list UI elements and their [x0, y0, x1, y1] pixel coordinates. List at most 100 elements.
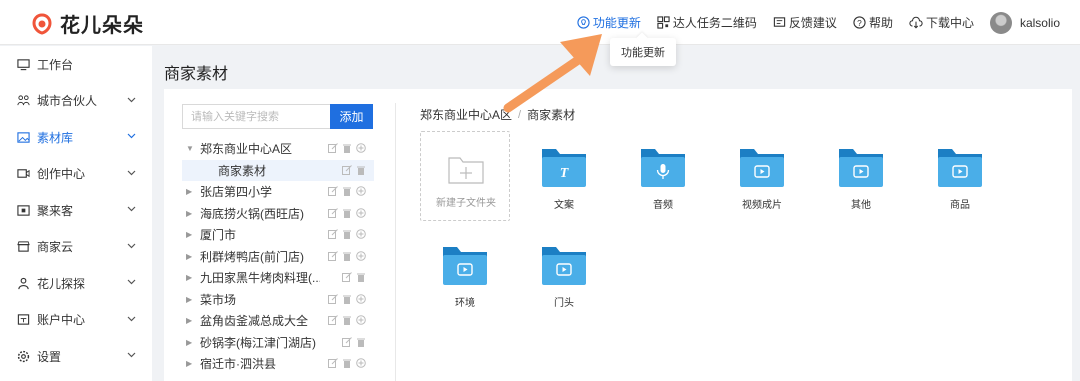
delete-icon[interactable] — [342, 208, 352, 218]
delete-icon[interactable] — [356, 165, 366, 175]
sidebar-item-label: 花儿探探 — [37, 276, 86, 291]
video-icon — [16, 167, 30, 181]
caret-right-icon[interactable]: ▶ — [186, 252, 200, 261]
caret-right-icon[interactable]: ▶ — [186, 209, 200, 218]
delete-icon[interactable] — [342, 315, 352, 325]
tree-node-actions — [328, 250, 366, 261]
caret-right-icon[interactable]: ▶ — [186, 359, 200, 368]
nav-feature-updates[interactable]: 功能更新 — [577, 14, 641, 31]
add-circle-icon[interactable] — [356, 143, 366, 153]
caret-right-icon[interactable]: ▶ — [186, 273, 200, 282]
delete-icon[interactable] — [342, 251, 352, 261]
bulb-icon — [577, 16, 590, 29]
nav-label: 功能更新 — [592, 16, 641, 30]
tree-node[interactable]: ▶ 海底捞火锅(西旺店) — [182, 203, 374, 225]
feature-update-tooltip: 功能更新 — [610, 38, 676, 66]
folder-item[interactable]: T 文案 — [534, 149, 594, 211]
tree-node[interactable]: ▶ 菜市场 — [182, 289, 374, 311]
sidebar-item-label: 账户中心 — [37, 313, 86, 328]
app-logo[interactable]: 花儿朵朵 — [30, 9, 144, 38]
caret-right-icon[interactable]: ▶ — [186, 295, 200, 304]
new-subfolder-button[interactable]: 新建子文件夹 — [420, 131, 510, 221]
sidebar-item-material-library[interactable]: 素材库 — [0, 119, 152, 156]
nav-help[interactable]: ? 帮助 — [853, 14, 893, 31]
delete-icon[interactable] — [342, 358, 352, 368]
edit-icon[interactable] — [328, 293, 338, 304]
username[interactable]: kalsolio — [1020, 16, 1060, 30]
nav-qrcode[interactable]: 达人任务二维码 — [657, 14, 757, 31]
folder-item[interactable]: 音频 — [633, 149, 693, 211]
partner-icon — [16, 94, 30, 108]
tree-node-actions — [328, 229, 366, 239]
folder-item[interactable]: 其他 — [831, 149, 891, 211]
folder-item[interactable]: 商品 — [930, 149, 990, 211]
tree-node[interactable]: ▶ 张店第四小学 — [182, 181, 374, 203]
tree-node[interactable]: ▶ 九田家黑牛烤肉料理(... — [182, 267, 374, 289]
breadcrumb-item[interactable]: 郑东商业中心A区 — [420, 106, 512, 123]
add-circle-icon[interactable] — [356, 293, 366, 304]
add-circle-icon[interactable] — [356, 315, 366, 325]
add-button[interactable]: 添加 — [330, 104, 373, 129]
edit-icon[interactable] — [342, 164, 352, 175]
sidebar-item-label: 素材库 — [37, 130, 74, 145]
tree-node[interactable]: ▶ 砂锅李(梅江津门湖店) — [182, 332, 374, 354]
edit-icon[interactable] — [342, 336, 352, 347]
sidebar-item-julaike[interactable]: 聚来客 — [0, 192, 152, 229]
folder-item[interactable]: 门头 — [534, 247, 594, 309]
flower-logo-icon — [32, 12, 52, 35]
edit-icon[interactable] — [328, 143, 338, 153]
tree-node[interactable]: ▶ 利群烤鸭店(前门店) — [182, 246, 374, 268]
delete-icon[interactable] — [356, 337, 366, 347]
add-circle-icon[interactable] — [356, 229, 366, 239]
caret-right-icon[interactable]: ▶ — [186, 187, 200, 196]
edit-icon[interactable] — [328, 358, 338, 368]
edit-icon[interactable] — [328, 186, 338, 196]
tree-node[interactable]: ▶ 宿迁市·泗洪县 — [182, 353, 374, 375]
tree-node[interactable]: ▼ 郑东商业中心A区 — [182, 138, 374, 160]
delete-icon[interactable] — [342, 186, 352, 196]
add-circle-icon[interactable] — [356, 207, 366, 218]
folder-item[interactable]: 环境 — [435, 247, 495, 309]
folder-label: 其他 — [851, 200, 871, 211]
sidebar-item-creation-center[interactable]: 创作中心 — [0, 156, 152, 193]
delete-icon[interactable] — [342, 229, 352, 239]
caret-right-icon[interactable]: ▶ — [186, 230, 200, 239]
sidebar-item-label: 工作台 — [37, 57, 74, 72]
sidebar-item-label: 设置 — [37, 349, 62, 364]
edit-icon[interactable] — [342, 272, 352, 282]
edit-icon[interactable] — [328, 229, 338, 239]
text-icon: T — [542, 149, 586, 187]
tree-node[interactable]: 商家素材 — [182, 159, 374, 181]
add-circle-icon[interactable] — [356, 358, 366, 368]
folder-item[interactable]: 视频成片 — [732, 149, 792, 211]
caret-down-icon[interactable]: ▼ — [186, 144, 200, 153]
sidebar-item-account-center[interactable]: 账户中心 — [0, 302, 152, 339]
sidebar-item-huaer-tantan[interactable]: 花儿探探 — [0, 265, 152, 302]
search-input[interactable] — [182, 104, 330, 129]
edit-icon[interactable] — [328, 250, 338, 261]
tree-node-label: 郑东商业中心A区 — [200, 142, 293, 157]
delete-icon[interactable] — [342, 143, 352, 153]
sidebar-item-workbench[interactable]: 工作台 — [0, 46, 152, 83]
caret-right-icon[interactable]: ▶ — [186, 338, 200, 347]
tree-node[interactable]: ▶ 厦门市 — [182, 224, 374, 246]
tree-node[interactable]: ▶ 盆角齿釜减总成大全 — [182, 310, 374, 332]
user-avatar[interactable] — [989, 11, 1012, 34]
delete-icon[interactable] — [342, 294, 352, 304]
nav-download-center[interactable]: 下载中心 — [909, 14, 974, 31]
tree-node-label: 菜市场 — [200, 292, 237, 307]
delete-icon[interactable] — [356, 272, 366, 282]
svg-text:T: T — [560, 166, 570, 181]
add-circle-icon[interactable] — [356, 250, 366, 261]
sidebar-item-settings[interactable]: 设置 — [0, 338, 152, 375]
nav-feedback[interactable]: 反馈建议 — [773, 14, 837, 31]
edit-icon[interactable] — [328, 207, 338, 218]
tree-node-actions — [328, 143, 366, 153]
sidebar-item-merchant-cloud[interactable]: 商家云 — [0, 229, 152, 266]
add-circle-icon[interactable] — [356, 186, 366, 196]
caret-right-icon[interactable]: ▶ — [186, 316, 200, 325]
nav-label: 达人任务二维码 — [672, 16, 757, 30]
edit-icon[interactable] — [328, 315, 338, 325]
folder-label: 商品 — [950, 200, 970, 211]
sidebar-item-city-partner[interactable]: 城市合伙人 — [0, 83, 152, 120]
